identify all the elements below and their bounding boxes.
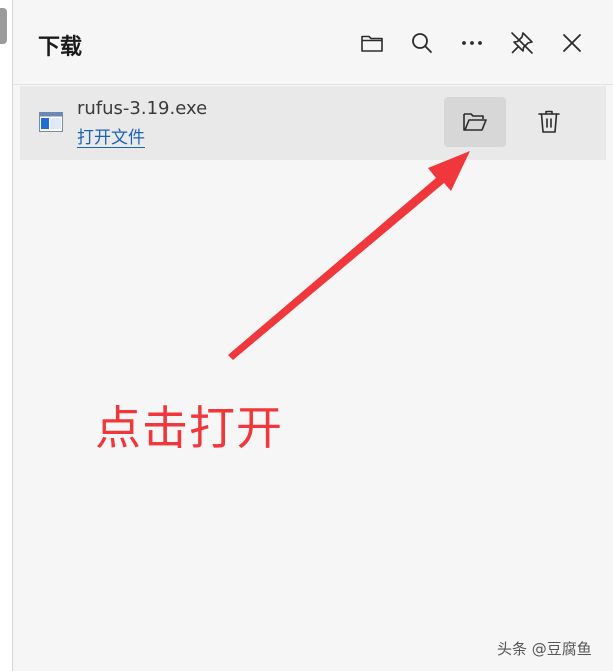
- panel-title: 下载: [38, 35, 83, 60]
- open-downloads-folder-button[interactable]: [355, 26, 389, 60]
- unpin-panel-button[interactable]: [505, 26, 539, 60]
- close-panel-button[interactable]: [555, 26, 589, 60]
- download-item[interactable]: rufus-3.19.exe 打开文件: [20, 86, 606, 160]
- background-window-edge: [0, 0, 13, 671]
- watermark: 头条 @豆腐鱼: [497, 640, 592, 658]
- trash-icon: [538, 110, 560, 133]
- panel-header: 下载: [13, 0, 613, 85]
- downloads-panel: 下载 rufus-3.19.exe 打开文件: [13, 0, 613, 671]
- unpin-icon: [511, 32, 533, 54]
- folder-open-icon: [463, 113, 487, 131]
- more-options-button[interactable]: [455, 26, 489, 60]
- open-file-link[interactable]: 打开文件: [77, 123, 145, 148]
- close-icon: [563, 34, 581, 52]
- exe-file-icon: [39, 112, 63, 132]
- search-icon: [412, 33, 432, 53]
- download-file-name: rufus-3.19.exe: [77, 98, 208, 119]
- search-downloads-button[interactable]: [405, 26, 439, 60]
- folder-icon: [361, 35, 383, 52]
- delete-download-button[interactable]: [528, 97, 570, 147]
- more-icon: [462, 41, 482, 45]
- show-in-folder-button[interactable]: [444, 97, 506, 147]
- scrollbar-thumb[interactable]: [0, 8, 7, 44]
- annotation-text: 点击打开: [95, 401, 283, 455]
